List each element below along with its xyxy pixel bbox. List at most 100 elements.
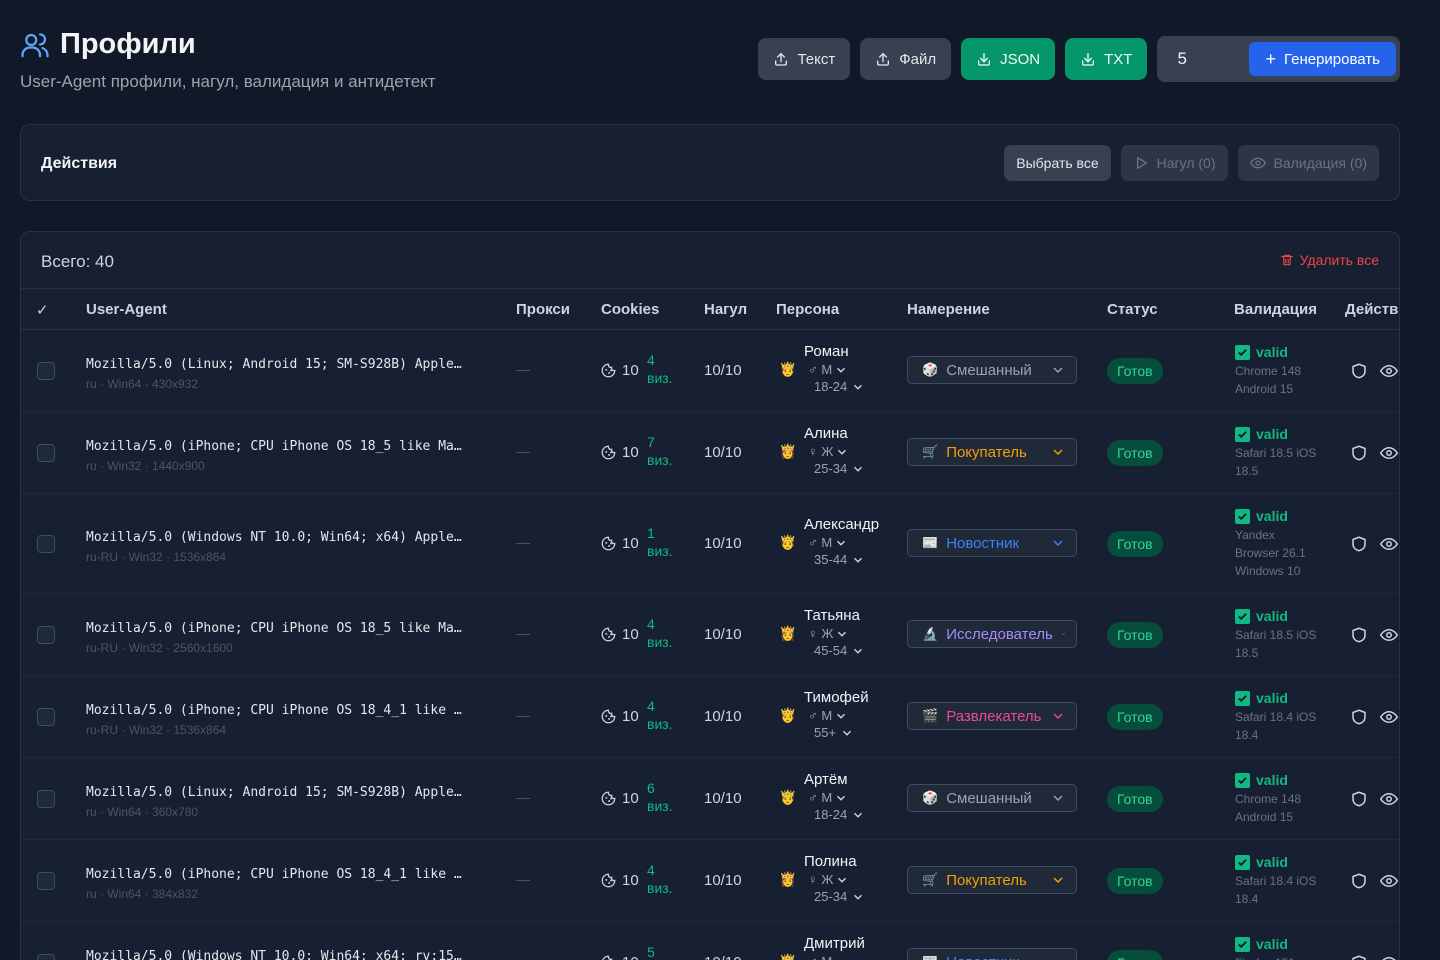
persona-gender-select[interactable]: ♂ М <box>808 535 848 550</box>
check-icon <box>1235 854 1250 870</box>
persona-gender: ♂ М <box>808 954 832 960</box>
row-checkbox[interactable] <box>37 444 55 462</box>
chevron-down-icon <box>838 449 847 455</box>
persona-age-select[interactable]: 25-34 <box>814 889 865 904</box>
persona-age-select[interactable]: 18-24 <box>814 379 865 394</box>
table-row[interactable]: Mozilla/5.0 (Windows NT 10.0; Win64; x64… <box>21 922 1399 960</box>
intent-select[interactable]: 🎲 Смешанный <box>907 784 1077 812</box>
intent-select[interactable]: 📰 Новостник <box>907 529 1077 557</box>
persona-gender-select[interactable]: ♀ Ж <box>808 872 849 887</box>
row-checkbox[interactable] <box>37 872 55 890</box>
persona-gender-select[interactable]: ♂ М <box>808 954 848 960</box>
persona-age-select[interactable]: 18-24 <box>814 807 865 822</box>
persona-gender-select[interactable]: ♂ М <box>808 708 848 723</box>
row-checkbox[interactable] <box>37 708 55 726</box>
table-row[interactable]: Mozilla/5.0 (Linux; Android 15; SM-S928B… <box>21 330 1399 412</box>
cookies-cell: 10 <box>601 790 639 807</box>
eye-icon[interactable] <box>1380 954 1398 960</box>
visits-label: виз. <box>647 798 673 814</box>
table-row[interactable]: Mozilla/5.0 (iPhone; CPU iPhone OS 18_4_… <box>21 676 1399 758</box>
row-checkbox[interactable] <box>37 954 55 960</box>
eye-icon[interactable] <box>1380 535 1398 553</box>
eye-icon[interactable] <box>1380 790 1398 808</box>
intent-select[interactable]: 🔬 Исследователь <box>907 620 1077 648</box>
eye-icon[interactable] <box>1380 626 1398 644</box>
validation-status: valid <box>1235 508 1288 524</box>
proxy-value: — <box>516 361 530 377</box>
visits-cell: 1 виз. <box>647 524 673 560</box>
shield-icon[interactable] <box>1350 954 1368 960</box>
persona-age: 18-24 <box>814 379 848 394</box>
validate-button[interactable]: Валидация (0) <box>1237 145 1379 181</box>
table-row[interactable]: Mozilla/5.0 (iPhone; CPU iPhone OS 18_4_… <box>21 840 1399 922</box>
generate-button[interactable]: + Генерировать <box>1249 42 1396 76</box>
import-text-button[interactable]: Текст <box>758 38 851 80</box>
table-row[interactable]: Mozilla/5.0 (iPhone; CPU iPhone OS 18_5 … <box>21 412 1399 494</box>
export-txt-button[interactable]: TXT <box>1065 38 1148 80</box>
user-agent-meta: ru-RU · Win32 · 1536x864 <box>86 723 227 737</box>
header-persona[interactable]: Персона <box>776 301 839 318</box>
table-row[interactable]: Mozilla/5.0 (Windows NT 10.0; Win64; x64… <box>21 494 1399 594</box>
persona-gender-select[interactable]: ♂ М <box>808 362 848 377</box>
shield-icon[interactable] <box>1350 626 1368 644</box>
eye-icon[interactable] <box>1380 872 1398 890</box>
user-agent-text: Mozilla/5.0 (Windows NT 10.0; Win64; x64… <box>86 530 462 545</box>
intent-select[interactable]: 🎲 Смешанный <box>907 356 1077 384</box>
eye-icon[interactable] <box>1380 708 1398 726</box>
persona-age-select[interactable]: 25-34 <box>814 461 865 476</box>
intent-select[interactable]: 🛒 Покупатель <box>907 866 1077 894</box>
header-validation[interactable]: Валидация <box>1234 301 1317 318</box>
row-checkbox[interactable] <box>37 790 55 808</box>
generate-group: + Генерировать <box>1157 36 1400 82</box>
shield-icon[interactable] <box>1350 535 1368 553</box>
persona-age-select[interactable]: 55+ <box>814 725 854 740</box>
validate-label: Валидация (0) <box>1273 155 1368 171</box>
shield-icon[interactable] <box>1350 708 1368 726</box>
chevron-down-icon <box>854 384 863 390</box>
table-row[interactable]: Mozilla/5.0 (Linux; Android 15; SM-S928B… <box>21 758 1399 840</box>
intent-label: Развлекатель <box>946 707 1042 725</box>
row-checkbox[interactable] <box>37 626 55 644</box>
header-intent[interactable]: Намерение <box>907 301 990 318</box>
eye-icon[interactable] <box>1380 444 1398 462</box>
validation-status: valid <box>1235 690 1288 706</box>
select-all-button[interactable]: Выбрать все <box>1004 145 1111 181</box>
persona-gender: ♂ М <box>808 708 833 723</box>
persona-age-select[interactable]: 35-44 <box>814 552 865 567</box>
shield-icon[interactable] <box>1350 444 1368 462</box>
nagul-button[interactable]: Нагул (0) <box>1120 145 1228 181</box>
persona-gender-select[interactable]: ♀ Ж <box>808 444 849 459</box>
shield-icon[interactable] <box>1350 872 1368 890</box>
status-badge: Готов <box>1107 440 1163 466</box>
intent-select[interactable]: 🛒 Покупатель <box>907 438 1077 466</box>
persona-name: Артём <box>804 771 848 788</box>
header-actions: Действи <box>1345 301 1399 318</box>
header-nagul[interactable]: Нагул <box>704 301 747 318</box>
shield-icon[interactable] <box>1350 362 1368 380</box>
intent-select[interactable]: 🎬 Развлекатель <box>907 702 1077 730</box>
table-row[interactable]: Mozilla/5.0 (iPhone; CPU iPhone OS 18_5 … <box>21 594 1399 676</box>
generate-count-input[interactable] <box>1177 49 1222 69</box>
persona-age-select[interactable]: 45-54 <box>814 643 865 658</box>
check-icon <box>1235 426 1250 442</box>
persona-gender-select[interactable]: ♂ М <box>808 790 848 805</box>
import-file-label: Файл <box>899 50 937 68</box>
import-file-button[interactable]: Файл <box>860 38 952 80</box>
intent-select[interactable]: 📰 Новостник <box>907 948 1077 960</box>
persona-gender-select[interactable]: ♀ Ж <box>808 626 849 641</box>
header-cookies[interactable]: Cookies <box>601 301 659 318</box>
row-checkbox[interactable] <box>37 535 55 553</box>
actions-card: Действия Выбрать все Нагул (0) Валидация… <box>20 124 1400 201</box>
delete-all-button[interactable]: Удалить все <box>1280 252 1379 268</box>
persona-name: Роман <box>804 343 849 360</box>
eye-icon[interactable] <box>1380 362 1398 380</box>
shield-icon[interactable] <box>1350 790 1368 808</box>
export-json-button[interactable]: JSON <box>961 38 1056 80</box>
header-check[interactable]: ✓ <box>36 301 49 319</box>
header-proxy[interactable]: Прокси <box>516 301 570 318</box>
intent-label: Покупатель <box>946 443 1027 461</box>
header-status[interactable]: Статус <box>1107 301 1158 318</box>
row-checkbox[interactable] <box>37 362 55 380</box>
chevron-down-icon <box>1053 367 1063 374</box>
header-user-agent[interactable]: User-Agent <box>86 301 167 318</box>
